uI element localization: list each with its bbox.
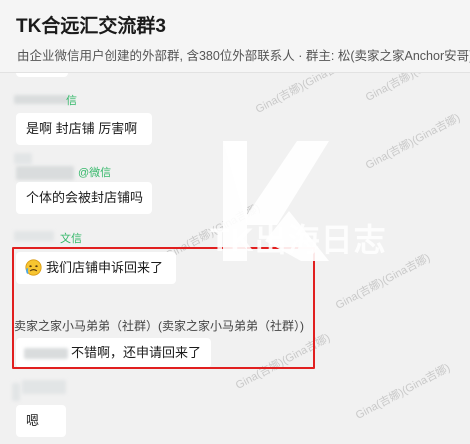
sender-avatar-redacted: [12, 383, 20, 401]
message-text: 是啊 封店铺 厉害啊: [26, 121, 138, 136]
message-text: 个体的会被封店铺吗: [26, 190, 144, 205]
sender-tag: 信: [66, 95, 77, 107]
watermark-text: Gina(吉娜)(Gina吉娜): [363, 73, 463, 104]
chat-header: TK合远汇交流群3 由企业微信用户创建的外部群, 含380位外部联系人 · 群主…: [0, 0, 470, 72]
message-text: 嗯: [26, 413, 40, 428]
sender-tag: @微信: [78, 167, 112, 179]
watermark-text: Gina(吉娜)(Gina吉娜): [363, 111, 463, 172]
message-bubble[interactable]: 是啊 封店铺 厉害啊: [16, 113, 152, 145]
watermark-text: Gina(吉娜)(Gina吉娜): [353, 361, 453, 422]
watermark-text: Gina(吉娜)(Gina吉娜): [333, 251, 433, 312]
sender-name-redacted: [22, 380, 66, 394]
sender-avatar-redacted: [14, 153, 32, 164]
sender-name-redacted: [14, 231, 54, 241]
message-bubble-partial[interactable]: [16, 73, 68, 77]
group-title[interactable]: TK合远汇交流群3: [16, 11, 166, 38]
message-bubble[interactable]: 个体的会被封店铺吗: [16, 182, 152, 214]
message-bubble[interactable]: 嗯: [16, 405, 66, 437]
sender-name-redacted: [16, 166, 74, 180]
sender-tag: 文信: [60, 233, 82, 245]
message-list[interactable]: Gina(吉娜)(Gina吉娜) Gina(吉娜)(Gina吉娜) Gina(吉…: [0, 73, 470, 444]
group-subtitle: 由企业微信用户创建的外部群, 含380位外部联系人 · 群主: 松(卖家之家An…: [17, 49, 470, 63]
chat-window: TK合远汇交流群3 由企业微信用户创建的外部群, 含380位外部联系人 · 群主…: [0, 0, 470, 444]
highlight-box: [12, 247, 315, 369]
sender-name-redacted: [14, 95, 69, 104]
watermark-text: Gina(吉娜)(Gina吉娜): [253, 73, 353, 116]
